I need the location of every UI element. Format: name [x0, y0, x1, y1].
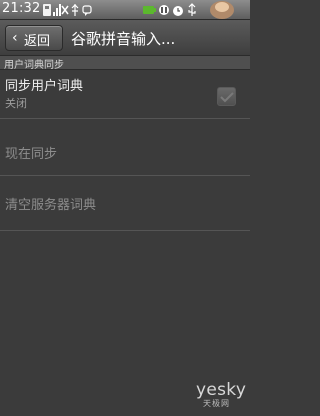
chevron-left-icon: ‹: [12, 30, 18, 46]
item-title: 现在同步: [5, 147, 58, 162]
sim-icon: [42, 2, 52, 18]
list-item-sync-user-dictionary[interactable]: 同步用户词典 关闭: [0, 70, 250, 118]
title-bar: ‹ 返回 谷歌拼音输入...: [0, 20, 250, 56]
status-time: 21:32: [2, 1, 41, 16]
page-title: 谷歌拼音输入...: [71, 30, 176, 48]
usb-debug-icon: [187, 2, 197, 18]
signal-icon: [53, 2, 61, 18]
item-title: 同步用户词典: [5, 79, 84, 94]
section-header-label: 用户词典同步: [4, 60, 64, 71]
back-label: 返回: [24, 34, 51, 49]
chat-icon: [82, 2, 92, 18]
voicemail-icon: [158, 2, 170, 18]
section-header: 用户词典同步: [0, 56, 250, 71]
item-summary: 关闭: [5, 97, 27, 110]
checkmark-icon: [220, 92, 234, 103]
watermark-sub: 天极网: [203, 399, 230, 408]
list-item-clear-server-dictionary[interactable]: 清空服务器词典: [0, 176, 250, 230]
alarm-icon: [172, 2, 184, 18]
list-item-sync-now[interactable]: 现在同步: [0, 119, 250, 175]
x-icon: [61, 2, 69, 18]
divider: [0, 230, 250, 231]
avatar: [208, 0, 236, 19]
watermark-logo: yesky: [196, 380, 247, 400]
usb-icon: [70, 2, 80, 18]
sync-checkbox[interactable]: [217, 87, 236, 106]
back-button[interactable]: ‹ 返回: [5, 25, 63, 51]
item-title: 清空服务器词典: [5, 198, 97, 213]
battery-icon: [142, 2, 156, 18]
status-bar: 21:32: [0, 0, 250, 20]
